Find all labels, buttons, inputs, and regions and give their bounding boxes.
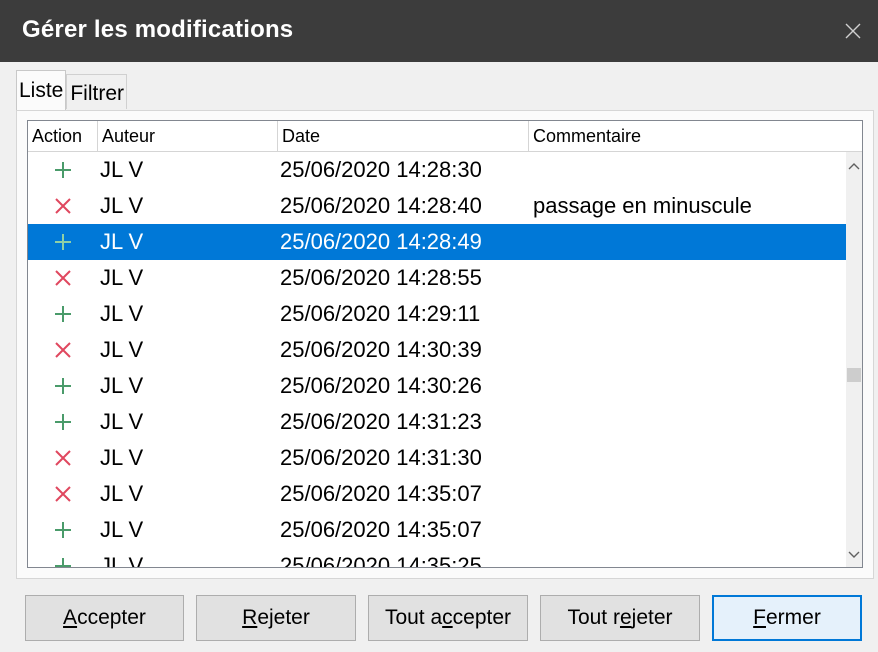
chevron-up-icon[interactable] xyxy=(846,156,862,176)
changes-list[interactable]: Action Auteur Date Commentaire JL V 25/06… xyxy=(27,120,863,568)
reject-button[interactable]: Rejeter xyxy=(196,595,356,641)
row-date: 25/06/2020 14:28:30 xyxy=(280,157,482,182)
row-author: JL V xyxy=(100,409,144,434)
accept-all-label-post: cepter xyxy=(452,606,512,629)
reject-label-mnemonic: R xyxy=(242,606,258,629)
scrollbar-thumb[interactable] xyxy=(847,368,861,382)
plus-icon xyxy=(48,296,78,332)
row-date: 25/06/2020 14:29:11 xyxy=(280,301,481,326)
row-author: JL V xyxy=(100,193,144,218)
cross-icon xyxy=(48,332,78,368)
table-row[interactable]: JL V 25/06/2020 14:29:11 xyxy=(28,296,846,332)
tab-filtrer[interactable]: Filtrer xyxy=(66,74,128,109)
row-comment: passage en minuscule xyxy=(533,193,752,218)
row-author: JL V xyxy=(100,517,144,542)
cross-icon xyxy=(48,260,78,296)
accept-label-post: ccepter xyxy=(77,606,146,629)
plus-icon xyxy=(48,512,78,548)
column-header-author[interactable]: Auteur xyxy=(98,121,278,151)
reject-all-label-post: jeter xyxy=(631,606,673,629)
reject-all-button[interactable]: Tout r e jeter xyxy=(540,595,700,641)
row-date: 25/06/2020 14:35:07 xyxy=(280,481,482,506)
reject-label-post: ejeter xyxy=(257,606,310,629)
plus-icon xyxy=(48,224,78,260)
row-author: JL V xyxy=(100,373,144,398)
accept-label-mnemonic: A xyxy=(63,606,78,629)
dialog-title: Gérer les modifications xyxy=(22,16,294,43)
close-button[interactable]: Fermer xyxy=(712,595,862,641)
row-date: 25/06/2020 14:30:39 xyxy=(280,337,482,362)
plus-icon xyxy=(48,404,78,440)
row-date: 25/06/2020 14:31:23 xyxy=(280,409,482,434)
table-row[interactable]: JL V 25/06/2020 14:35:07 xyxy=(28,476,846,512)
cross-icon xyxy=(48,188,78,224)
row-author: JL V xyxy=(100,481,144,506)
table-row[interactable]: JL V 25/06/2020 14:30:39 xyxy=(28,332,846,368)
cross-icon xyxy=(48,476,78,512)
list-header: Action Auteur Date Commentaire xyxy=(28,121,862,152)
close-label-mnemonic: F xyxy=(753,606,766,629)
title-bar: Gérer les modifications xyxy=(0,0,878,62)
list-body: JL V 25/06/2020 14:28:30 JL V 25/06/2020 14… xyxy=(28,152,846,568)
row-author: JL V xyxy=(100,445,144,470)
row-date: 25/06/2020 14:31:30 xyxy=(280,445,482,470)
column-header-comment[interactable]: Commentaire xyxy=(529,121,862,151)
row-date: 25/06/2020 14:28:40 xyxy=(280,193,482,218)
row-date: 25/06/2020 14:28:49 xyxy=(280,229,482,254)
table-row[interactable]: JL V 25/06/2020 14:30:26 xyxy=(28,368,846,404)
accept-all-label-pre: Tout a xyxy=(384,606,443,629)
row-date: 25/06/2020 14:30:26 xyxy=(280,373,482,398)
close-label-post: ermer xyxy=(765,606,821,629)
table-row[interactable]: JL V 25/06/2020 14:28:49 xyxy=(28,224,846,260)
row-author: JL V xyxy=(100,157,144,182)
table-row[interactable]: JL V 25/06/2020 14:31:23 xyxy=(28,404,846,440)
row-date: 25/06/2020 14:28:55 xyxy=(280,265,482,290)
vertical-scrollbar[interactable] xyxy=(846,152,862,567)
row-author: JL V xyxy=(100,553,144,568)
cross-icon xyxy=(48,440,78,476)
accept-all-label-mnemonic: c xyxy=(442,606,453,629)
row-date: 25/06/2020 14:35:25 xyxy=(280,553,482,568)
table-row[interactable]: JL V 25/06/2020 14:28:55 xyxy=(28,260,846,296)
row-author: JL V xyxy=(100,301,144,326)
close-icon[interactable] xyxy=(828,0,878,62)
plus-icon xyxy=(48,548,78,567)
table-row[interactable]: JL V 25/06/2020 14:28:40 passage en minusc… xyxy=(28,188,846,224)
table-row[interactable]: JL V 25/06/2020 14:31:30 xyxy=(28,440,846,476)
table-row[interactable]: JL V 25/06/2020 14:35:25 xyxy=(28,548,846,568)
table-row[interactable]: JL V 25/06/2020 14:28:30 xyxy=(28,152,846,188)
accept-all-button[interactable]: Tout a c cepter xyxy=(368,595,528,641)
accept-button[interactable]: Accepter xyxy=(25,595,184,641)
row-author: JL V xyxy=(100,337,144,362)
button-bar: Accepter Rejeter Tout a c cepter Tout r e je… xyxy=(0,595,878,645)
plus-icon xyxy=(48,368,78,404)
row-date: 25/06/2020 14:35:07 xyxy=(280,517,482,542)
reject-all-label-mnemonic: e xyxy=(619,606,632,629)
row-author: JL V xyxy=(100,265,144,290)
row-author: JL V xyxy=(100,229,144,254)
plus-icon xyxy=(48,152,78,188)
reject-all-label-pre: Tout r xyxy=(567,606,620,629)
column-header-date[interactable]: Date xyxy=(278,121,529,151)
chevron-down-icon[interactable] xyxy=(846,545,862,565)
column-header-action[interactable]: Action xyxy=(28,121,98,151)
table-row[interactable]: JL V 25/06/2020 14:35:07 xyxy=(28,512,846,548)
tab-liste[interactable]: Liste xyxy=(16,70,67,111)
tab-bar: Liste Filtrer xyxy=(16,70,128,111)
